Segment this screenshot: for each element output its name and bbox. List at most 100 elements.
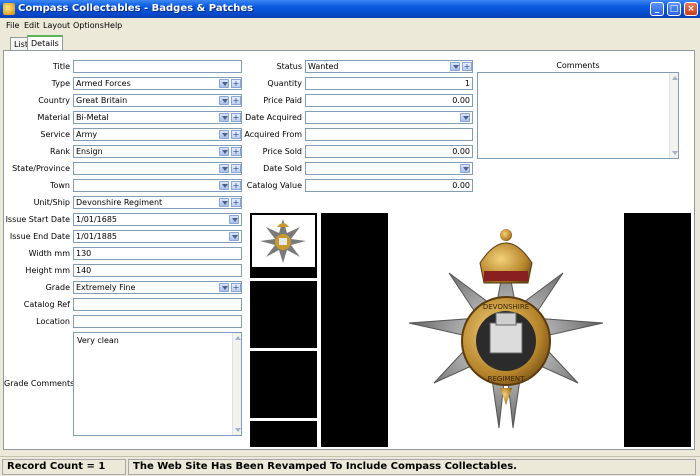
unit-value: Devonshire Regiment [76,198,163,207]
thumbnail-2[interactable] [250,281,317,348]
issue-start-date-field[interactable]: 1/01/1685 [73,213,242,226]
thumbnail-4[interactable] [250,421,317,447]
add-icon[interactable]: + [231,164,241,173]
issue-start-label: Issue Start Date [5,215,70,224]
unit-label: Unit/Ship [33,198,70,207]
thumbnail-photo [252,215,315,267]
price-sold-label: Price Sold [262,147,302,156]
issue-end-date-field[interactable]: 1/01/1885 [73,230,242,243]
acquired-from-field[interactable] [305,128,473,141]
menu-file[interactable]: File [6,21,19,30]
type-label: Type [51,79,70,88]
add-icon[interactable]: + [231,147,241,156]
status-label: Status [276,62,303,71]
scroll-up-icon[interactable] [235,336,241,340]
service-label: Service [40,130,70,139]
chevron-down-icon[interactable] [219,283,229,292]
add-icon[interactable]: + [231,181,241,190]
add-icon[interactable]: + [231,96,241,105]
badge-photo: DEVONSHIRE REGIMENT [388,213,624,447]
chevron-down-icon[interactable] [450,62,460,71]
issue-end-value: 1/01/1885 [76,232,118,241]
tab-details[interactable]: Details [27,35,63,50]
badge-thumbnail-icon [260,219,306,263]
menu-options[interactable]: Options [73,21,104,30]
title-label: Title [52,62,70,71]
acquired-from-label: Acquired From [244,130,302,139]
country-select[interactable]: Great Britain + [73,94,242,107]
quantity-field[interactable]: 1 [305,77,473,90]
type-select[interactable]: Armed Forces + [73,77,242,90]
grade-comments-field[interactable]: Very clean [73,332,242,436]
add-icon[interactable]: + [462,62,472,71]
service-select[interactable]: Army + [73,128,242,141]
chevron-down-icon[interactable] [219,130,229,139]
rank-label: Rank [50,147,70,156]
menu-help[interactable]: Help [104,21,122,30]
height-field[interactable]: 140 [73,264,242,277]
unit-select[interactable]: Devonshire Regiment + [73,196,242,209]
comments-field[interactable] [477,72,679,159]
chevron-down-icon[interactable] [219,96,229,105]
chevron-down-icon[interactable] [229,232,239,241]
state-select[interactable]: + [73,162,242,175]
grade-label: Grade [45,283,70,292]
chevron-down-icon[interactable] [460,164,470,173]
grade-comments-label: Grade Comments [4,379,75,388]
add-icon[interactable]: + [231,130,241,139]
material-select[interactable]: Bi-Metal + [73,111,242,124]
price-paid-field[interactable]: 0.00 [305,94,473,107]
scroll-down-icon[interactable] [235,428,241,432]
title-bar[interactable]: Compass Collectables - Badges & Patches … [0,0,700,18]
chevron-down-icon[interactable] [219,113,229,122]
app-icon [3,3,15,15]
add-icon[interactable]: + [231,283,241,292]
comments-scrollbar[interactable] [669,73,678,158]
scroll-down-icon[interactable] [672,151,678,155]
main-image-viewer[interactable]: DEVONSHIRE REGIMENT [321,213,691,447]
maximize-button[interactable]: □ [667,2,681,16]
record-count: Record Count = 1 [2,459,126,475]
status-bar: Record Count = 1 The Web Site Has Been R… [0,456,700,476]
issue-end-label: Issue End Date [9,232,70,241]
country-label: Country [38,96,70,105]
town-label: Town [49,181,70,190]
thumbnail-3[interactable] [250,351,317,418]
grade-comments-scrollbar[interactable] [232,333,241,435]
add-icon[interactable]: + [231,79,241,88]
status-value: Wanted [308,62,339,71]
chevron-down-icon[interactable] [219,198,229,207]
width-field[interactable]: 130 [73,247,242,260]
status-message: The Web Site Has Been Revamped To Includ… [128,459,696,475]
menu-layout[interactable]: Layout [43,21,70,30]
catalog-value-field[interactable]: 0.00 [305,179,473,192]
chevron-down-icon[interactable] [219,164,229,173]
status-select[interactable]: Wanted + [305,60,473,73]
menu-edit[interactable]: Edit [24,21,40,30]
date-sold-field[interactable] [305,162,473,175]
price-paid-label: Price Paid [263,96,302,105]
date-acquired-field[interactable] [305,111,473,124]
type-value: Armed Forces [76,79,131,88]
chevron-down-icon[interactable] [229,215,239,224]
add-icon[interactable]: + [231,198,241,207]
chevron-down-icon[interactable] [460,113,470,122]
catalog-ref-field[interactable] [73,298,242,311]
add-icon[interactable]: + [231,113,241,122]
details-panel: Title Type Armed Forces + Country Great … [3,50,695,450]
close-button[interactable]: × [684,2,698,16]
chevron-down-icon[interactable] [219,181,229,190]
service-value: Army [76,130,98,139]
thumbnail-1[interactable] [250,213,317,278]
chevron-down-icon[interactable] [219,79,229,88]
grade-select[interactable]: Extremely Fine + [73,281,242,294]
price-sold-field[interactable]: 0.00 [305,145,473,158]
badge-text-top: DEVONSHIRE [483,303,529,311]
rank-select[interactable]: Ensign + [73,145,242,158]
minimize-button[interactable]: _ [650,2,664,16]
chevron-down-icon[interactable] [219,147,229,156]
title-field[interactable] [73,60,242,73]
scroll-up-icon[interactable] [672,76,678,80]
town-select[interactable]: + [73,179,242,192]
location-field[interactable] [73,315,242,328]
